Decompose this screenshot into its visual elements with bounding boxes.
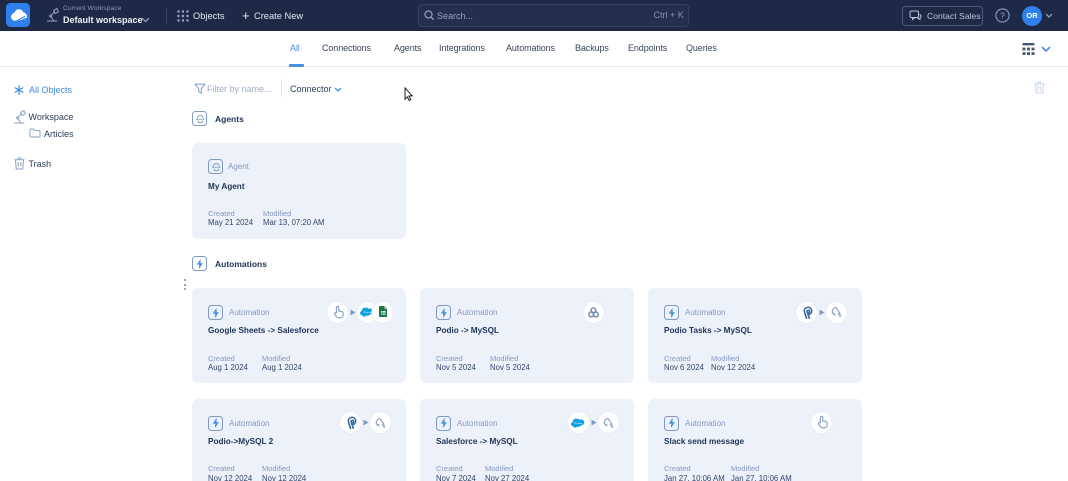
svg-text:?: ? [1000, 10, 1005, 20]
